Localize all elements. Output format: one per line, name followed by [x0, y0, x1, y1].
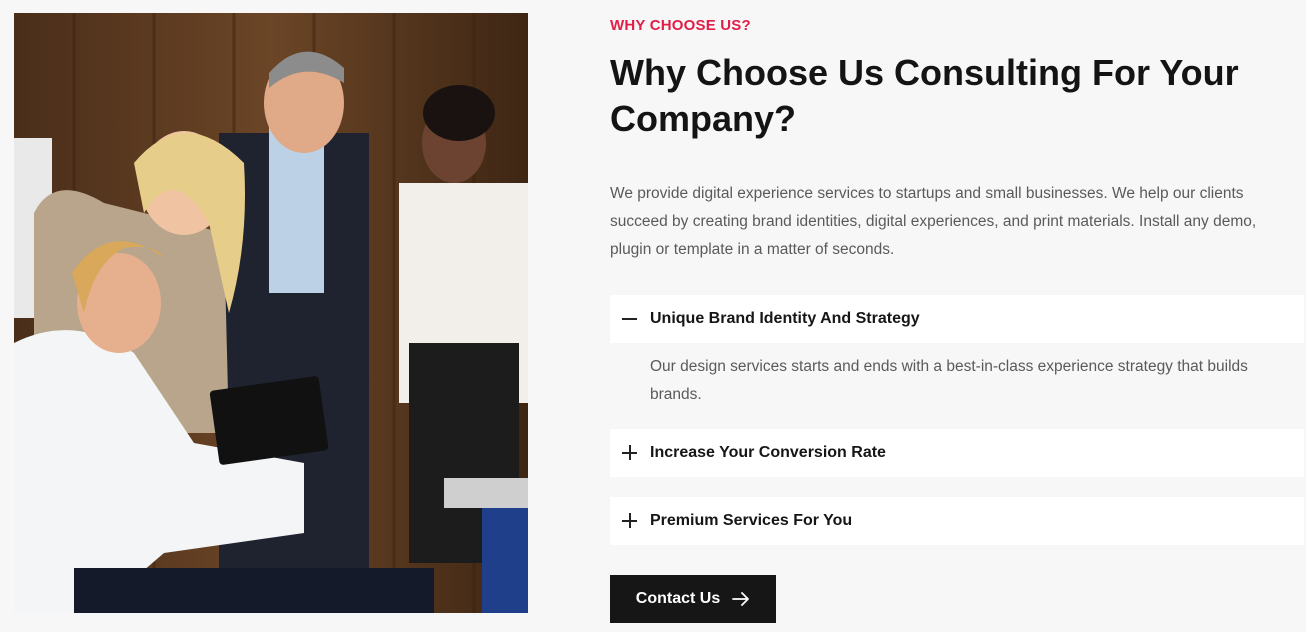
accordion-item-body: Our design services starts and ends with… [650, 358, 1248, 403]
why-choose-us-section: WHY CHOOSE US? Why Choose Us Consulting … [610, 0, 1306, 632]
team-meeting-illustration [14, 13, 528, 613]
accordion-item-premium-services[interactable]: Premium Services For You [610, 497, 1304, 545]
plus-icon [622, 445, 638, 461]
section-eyebrow: WHY CHOOSE US? [610, 17, 751, 34]
accordion-item-conversion-rate[interactable]: Increase Your Conversion Rate [610, 429, 1304, 477]
contact-us-label: Contact Us [635, 590, 721, 607]
contact-us-button[interactable]: Contact Us [610, 575, 776, 623]
section-title: Why Choose Us Consulting For Your Compan… [610, 52, 1239, 139]
section-description: We provide digital experience services t… [610, 185, 1257, 258]
team-meeting-photo [14, 13, 528, 613]
plus-icon [622, 513, 638, 529]
minus-icon [622, 311, 638, 327]
accordion-item-label: Increase Your Conversion Rate [650, 444, 886, 461]
accordion-item-brand-identity[interactable]: Unique Brand Identity And Strategy [610, 295, 1304, 343]
accordion-item-label: Premium Services For You [650, 512, 853, 529]
accordion-item-label: Unique Brand Identity And Strategy [650, 310, 920, 327]
arrow-right-icon [732, 592, 750, 606]
